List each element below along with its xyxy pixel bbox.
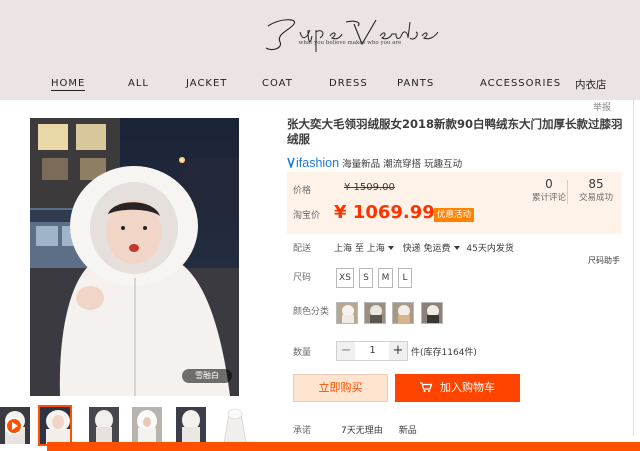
shopping-cart-icon [420, 382, 432, 392]
product-title: 张大奕大毛领羽绒服女2018新款90白鸭绒东大门加厚长款过膝羽绒服 [287, 117, 623, 146]
product-page: what you believe makes who you are HOME … [0, 0, 640, 451]
delivery-time: 45天内发货 [466, 244, 514, 254]
ship-from: 上海 至 [334, 244, 364, 254]
store-nav: HOME ALL JACKET COAT DRESS PANTS ACCESSO… [0, 78, 640, 96]
brand-name[interactable]: ifashion [296, 156, 339, 170]
color-label: 颜色分类 [293, 307, 330, 317]
stat-divider [567, 180, 568, 204]
thumbnail-5[interactable] [220, 407, 250, 444]
sale-price-label: 淘宝价 [293, 211, 321, 221]
size-label: 尺码 [293, 273, 312, 283]
color-swatch-2[interactable] [364, 302, 386, 324]
size-option-s[interactable]: S [359, 268, 373, 288]
store-tagline: what you believe makes who you are [298, 40, 402, 46]
nav-coat[interactable]: COAT [262, 78, 293, 89]
size-option-l[interactable]: L [398, 268, 412, 288]
promise-label: 承诺 [293, 426, 312, 436]
sale-price: ¥ 1069.99 [334, 202, 435, 223]
quantity-input[interactable]: 1 [356, 342, 389, 360]
add-to-cart-label: 加入购物车 [440, 381, 495, 394]
price-box: 价格 ¥ 1509.00 淘宝价 ¥ 1069.99 优惠活动 0 累计评论 8… [287, 172, 622, 234]
sales-count-label: 交易成功 [578, 193, 613, 203]
main-product-photo[interactable] [30, 118, 239, 396]
shipping-fee-dropdown[interactable]: 快递 免运费 [403, 244, 462, 254]
nav-pants[interactable]: PANTS [397, 78, 434, 89]
nav-home[interactable]: HOME [51, 78, 86, 91]
thumbnail-2[interactable] [89, 407, 119, 444]
thumbnail-1[interactable] [38, 405, 72, 446]
brand-line: ifashion 海量新品 潮流穿搭 玩趣互动 [287, 156, 462, 170]
shipping-fee: 快递 免运费 [402, 244, 451, 254]
bottom-accent-bar [47, 442, 640, 451]
chevron-down-icon [453, 246, 460, 250]
ship-to: 上海 [366, 244, 385, 254]
original-price-label: 价格 [293, 186, 312, 196]
ship-to-dropdown[interactable]: 上海 [367, 244, 396, 254]
thumbnail-3[interactable] [132, 407, 162, 444]
photo-watermark: 雪融白 [182, 369, 232, 383]
color-swatch-3[interactable] [392, 302, 414, 324]
nav-jacket[interactable]: JACKET [186, 78, 227, 89]
size-option-m[interactable]: M [378, 268, 393, 288]
service-promise: 承诺 7天无理由 新品 [293, 423, 417, 436]
nav-dress[interactable]: DRESS [329, 78, 368, 89]
quantity-stepper: − 1 + [336, 341, 408, 361]
store-logo[interactable] [250, 12, 450, 56]
stock-info: 件(库存1164件) [411, 348, 477, 358]
size-option-xs[interactable]: XS [336, 268, 354, 288]
report-link[interactable]: 举报 [593, 100, 611, 113]
increase-quantity-button[interactable]: + [389, 342, 407, 360]
page-divider [633, 96, 634, 436]
play-video-icon[interactable] [5, 417, 23, 435]
chevron-down-icon [387, 246, 394, 250]
ifashion-logo-icon [287, 157, 295, 168]
thumbnail-4[interactable] [176, 407, 206, 444]
promo-badge[interactable]: 优惠活动 [434, 208, 475, 222]
decrease-quantity-button[interactable]: − [337, 342, 355, 360]
store-header: what you believe makes who you are HOME … [0, 0, 640, 100]
product-photo-illustration [30, 118, 239, 396]
nav-all[interactable]: ALL [128, 78, 149, 89]
shipping-label: 配送 [293, 244, 312, 254]
color-swatch-1[interactable] [336, 302, 358, 324]
shipping-info: 上海 至 上海 快递 免运费 45天内发货 [334, 241, 514, 254]
nav-accessories[interactable]: ACCESSORIES [480, 78, 561, 89]
color-swatch-4[interactable] [421, 302, 443, 324]
add-to-cart-button[interactable]: 加入购物车 [395, 374, 520, 402]
brand-tags: 海量新品 潮流穿搭 玩趣互动 [342, 159, 463, 170]
buy-now-button[interactable]: 立即购买 [293, 374, 388, 402]
nav-lingerie-store[interactable]: 内衣店 [575, 77, 607, 92]
quantity-label: 数量 [293, 348, 312, 358]
promise-new-item[interactable]: 新品 [399, 426, 417, 436]
sales-count-stat: 85 交易成功 [571, 177, 621, 203]
promise-7day-return[interactable]: 7天无理由 [341, 426, 383, 436]
size-helper-link[interactable]: 尺码助手 [588, 255, 620, 266]
sales-count: 85 [588, 177, 604, 191]
original-price: ¥ 1509.00 [344, 182, 395, 193]
